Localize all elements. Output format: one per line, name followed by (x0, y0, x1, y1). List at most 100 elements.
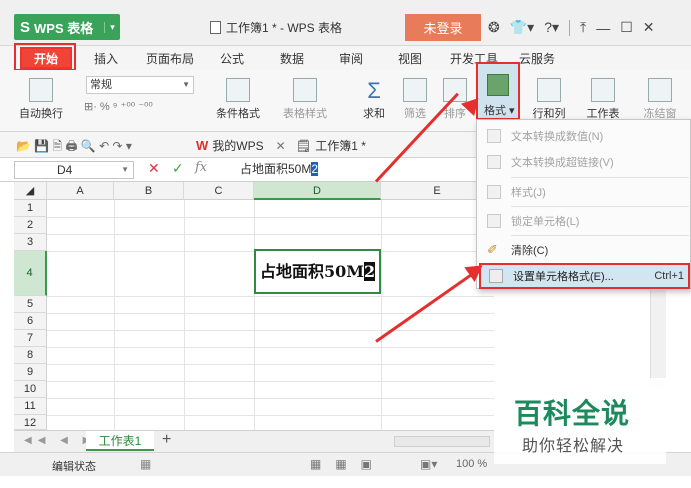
login-button[interactable]: 未登录 (405, 14, 481, 41)
name-box[interactable]: D4 ▼ (14, 161, 134, 179)
restore-ribbon-icon[interactable]: ⤒ (580, 19, 586, 36)
hyperlink-icon (487, 155, 501, 169)
cancel-icon[interactable]: ✕ (148, 160, 160, 177)
filter-icon (403, 78, 427, 102)
row-header[interactable]: 12 (14, 415, 47, 430)
chevron-down-icon[interactable]: ▾ (104, 21, 120, 33)
tab-review[interactable]: 审阅 (339, 50, 363, 67)
row-header[interactable]: 2 (14, 217, 47, 234)
confirm-icon[interactable]: ✓ (172, 160, 184, 177)
sum-button[interactable]: Σ 求和 (352, 78, 396, 121)
sheet-tab-1[interactable]: 工作表1 (86, 431, 154, 451)
format-button[interactable]: 格式 ▾ (476, 62, 520, 120)
tab-cloud[interactable]: 云服务 (519, 50, 555, 67)
active-cell-d4[interactable]: 占地面积50M2 (254, 249, 381, 294)
doc-tab-my-wps[interactable]: W 我的WPS ✕ (196, 137, 286, 154)
filter-button[interactable]: 筛选 (396, 78, 434, 121)
close-tab-icon[interactable]: ✕ (276, 139, 286, 153)
number-format-select[interactable]: 常规 ▼ (86, 76, 194, 94)
tab-formula[interactable]: 公式 (220, 50, 244, 67)
macro-record-icon[interactable]: ▦ (140, 457, 151, 471)
row-col-icon (537, 78, 561, 102)
menu-item-lock-cell[interactable]: 锁定单元格(L) (477, 208, 691, 234)
window-title-text: 工作簿1 * - WPS 表格 (226, 21, 343, 35)
freeze-icon (648, 78, 672, 102)
horizontal-scrollbar[interactable] (394, 436, 490, 447)
menu-divider (511, 235, 689, 236)
minimize-icon[interactable]: — (596, 20, 610, 36)
column-header-active[interactable]: D (254, 182, 381, 200)
window-controls: ❂ 👕▾ ?▾ ⤒ — ☐ ✕ (488, 14, 655, 41)
row-header[interactable]: 3 (14, 234, 47, 251)
row-header[interactable]: 8 (14, 347, 47, 364)
eye-protect-icon[interactable]: ▣▾ (420, 457, 437, 471)
app-menu-button[interactable]: S WPS 表格 ▾ (14, 14, 120, 40)
formula-input[interactable]: 占地面积50M2 (230, 161, 470, 179)
wrap-text-icon (29, 78, 53, 102)
shirt-icon[interactable]: 👕▾ (510, 19, 534, 36)
column-header[interactable]: A (47, 182, 114, 200)
tab-insert[interactable]: 插入 (94, 50, 118, 67)
row-header[interactable]: 1 (14, 200, 47, 217)
sort-label: 排序 (444, 108, 466, 120)
tab-data[interactable]: 数据 (280, 50, 304, 67)
menu-item-clear[interactable]: ✐ 清除(C) (477, 237, 691, 263)
menu-item-text-to-hyperlink[interactable]: 文本转换成超链接(V) (477, 149, 691, 175)
help-icon[interactable]: ?▾ (544, 19, 559, 36)
menu-item-style[interactable]: 样式(J) (477, 179, 691, 205)
row-header[interactable]: 10 (14, 381, 47, 398)
wps-window: S WPS 表格 ▾ 工作簿1 * - WPS 表格 未登录 ❂ 👕▾ ?▾ ⤒… (0, 0, 691, 488)
menu-item-text-to-number[interactable]: 文本转换成数值(N) (477, 123, 691, 149)
worksheet-button[interactable]: 工作表 (578, 78, 628, 121)
fx-icon[interactable]: fx (195, 160, 207, 175)
watermark: 百科全说 助你轻松解决 (494, 378, 666, 464)
sheet-doc-icon: 🗒 (296, 138, 312, 153)
column-header[interactable]: C (184, 182, 254, 200)
table-style-label: 表格样式 (283, 108, 327, 120)
row-header[interactable]: 9 (14, 364, 47, 381)
format-dropdown-menu: 文本转换成数值(N) 文本转换成超链接(V) 样式(J) 锁定单元格(L) ✐ … (476, 119, 691, 289)
menu-item-format-cells[interactable]: 设置单元格格式(E)... Ctrl+1 (479, 263, 690, 289)
divider (569, 19, 571, 36)
quick-access-icons[interactable]: 📂 💾 🗎 🖨 🔍 ↶ ↷ ▾ (16, 137, 132, 158)
row-header[interactable]: 11 (14, 398, 47, 415)
tab-view[interactable]: 视图 (398, 50, 422, 67)
watermark-title: 百科全说 (514, 398, 631, 429)
row-header[interactable]: 7 (14, 330, 47, 347)
vertical-scrollbar[interactable] (650, 290, 666, 390)
table-style-button[interactable]: 表格样式 (272, 78, 338, 121)
wrap-text-button[interactable]: 自动换行 (14, 78, 68, 121)
sigma-icon: Σ (367, 78, 381, 103)
cond-format-label: 条件格式 (216, 108, 260, 120)
skin-icon[interactable]: ❂ (488, 19, 500, 36)
number-format-value: 常规 (90, 79, 112, 91)
select-all-corner[interactable]: ◢ (14, 182, 47, 200)
row-header[interactable]: 6 (14, 313, 47, 330)
app-name: WPS 表格 (34, 20, 94, 36)
wps-w-icon: W (196, 138, 209, 153)
menu-item-label: 设置单元格格式(E)... (513, 271, 614, 283)
menu-item-label: 清除(C) (511, 245, 549, 257)
row-header[interactable]: 5 (14, 296, 47, 313)
close-icon[interactable]: ✕ (643, 19, 655, 36)
eraser-icon: ✐ (487, 242, 498, 257)
column-header[interactable]: B (114, 182, 184, 200)
percent-icon: ⊞· % ⁹ ⁺⁰⁰ ⁻⁰⁰ (84, 101, 153, 113)
zoom-level[interactable]: 100 % (456, 458, 487, 470)
view-mode-icons[interactable]: ▦▦▣ (310, 457, 386, 471)
row-col-button[interactable]: 行和列 (526, 78, 572, 121)
cond-format-button[interactable]: 条件格式 (206, 78, 270, 121)
format-cells-icon (489, 269, 503, 283)
menu-divider (511, 177, 689, 178)
freeze-button[interactable]: 冻结窗 (632, 78, 688, 121)
formula-selected-text: 2 (311, 162, 319, 176)
add-sheet-icon[interactable]: + (162, 431, 171, 449)
row-header-active[interactable]: 4 (14, 251, 47, 296)
workbook-tab-label: 工作簿1 * (315, 139, 366, 153)
title-bar: S WPS 表格 ▾ 工作簿1 * - WPS 表格 未登录 ❂ 👕▾ ?▾ ⤒… (0, 0, 691, 46)
tab-page-layout[interactable]: 页面布局 (146, 50, 194, 67)
my-wps-label: 我的WPS (212, 139, 264, 153)
doc-tab-workbook[interactable]: 🗒 工作簿1 * (296, 137, 366, 154)
maximize-icon[interactable]: ☐ (620, 19, 633, 36)
number-format-tools[interactable]: ⊞· % ⁹ ⁺⁰⁰ ⁻⁰⁰ (84, 100, 194, 113)
